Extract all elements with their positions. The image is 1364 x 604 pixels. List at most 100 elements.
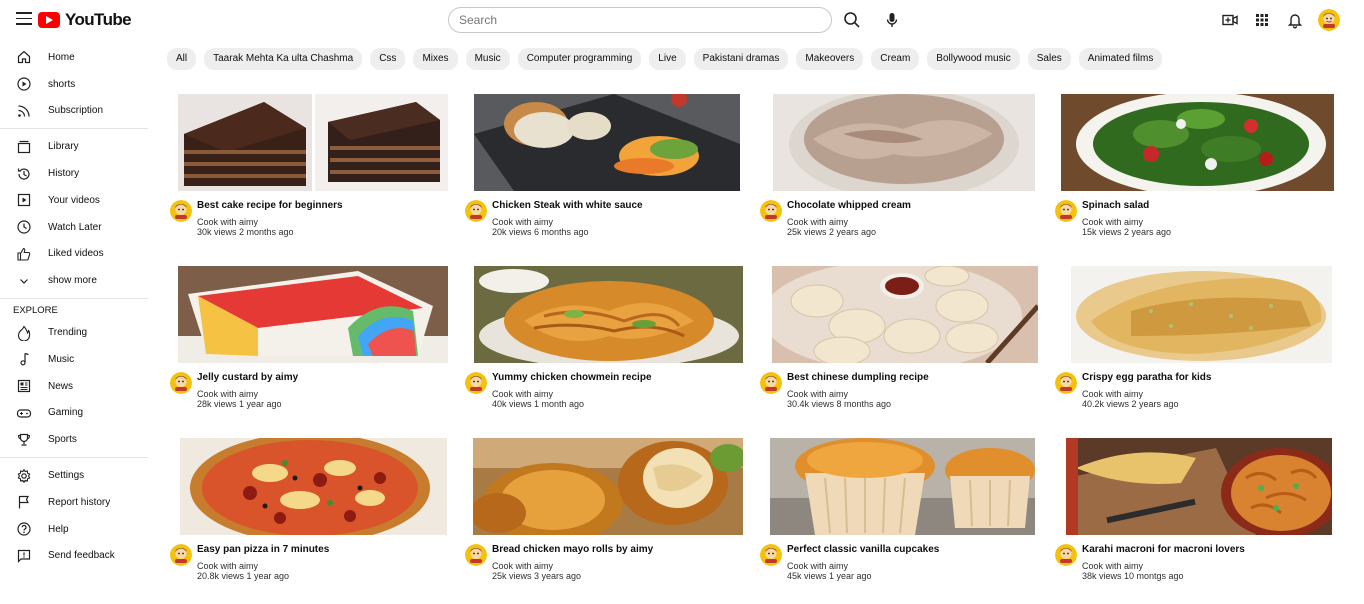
- video-thumbnail[interactable]: [474, 94, 740, 191]
- sidebar-item-liked-videos[interactable]: Liked videos: [0, 241, 152, 268]
- video-card[interactable]: Yummy chicken chowmein recipe Cook with …: [465, 266, 755, 426]
- channel-avatar[interactable]: [760, 200, 782, 222]
- chip-mixes[interactable]: Mixes: [413, 48, 458, 70]
- create-video-icon[interactable]: [1220, 10, 1240, 30]
- video-card[interactable]: Karahi macroni for macroni lovers Cook w…: [1055, 438, 1345, 598]
- channel-name[interactable]: Cook with aimy: [492, 561, 553, 571]
- sidebar-item-home[interactable]: Home: [0, 44, 152, 71]
- channel-name[interactable]: Cook with aimy: [197, 561, 258, 571]
- chip-css[interactable]: Css: [370, 48, 406, 70]
- sidebar-item-gaming[interactable]: Gaming: [0, 400, 152, 427]
- apps-grid-icon[interactable]: [1252, 10, 1272, 30]
- video-card[interactable]: Chocolate whipped cream Cook with aimy 2…: [760, 94, 1050, 254]
- channel-avatar[interactable]: [465, 544, 487, 566]
- channel-name[interactable]: Cook with aimy: [1082, 217, 1143, 227]
- video-thumbnail[interactable]: [1061, 94, 1334, 191]
- video-thumbnail[interactable]: [178, 266, 448, 363]
- channel-avatar[interactable]: [1055, 372, 1077, 394]
- channel-name[interactable]: Cook with aimy: [1082, 389, 1143, 399]
- channel-name[interactable]: Cook with aimy: [492, 217, 553, 227]
- channel-avatar[interactable]: [170, 200, 192, 222]
- channel-avatar[interactable]: [465, 372, 487, 394]
- video-card[interactable]: Bread chicken mayo rolls by aimy Cook wi…: [465, 438, 755, 598]
- sidebar-item-help[interactable]: Help: [0, 516, 152, 543]
- channel-name[interactable]: Cook with aimy: [787, 217, 848, 227]
- video-title[interactable]: Karahi macroni for macroni lovers: [1082, 544, 1245, 555]
- sidebar-item-subscription[interactable]: Subscription: [0, 98, 152, 125]
- sidebar-item-trending[interactable]: Trending: [0, 319, 152, 346]
- video-card[interactable]: Best chinese dumpling recipe Cook with a…: [760, 266, 1050, 426]
- search-input[interactable]: [448, 7, 832, 33]
- sidebar-item-send-feedback[interactable]: Send feedback: [0, 543, 152, 570]
- sidebar-item-history[interactable]: History: [0, 160, 152, 187]
- video-card[interactable]: Chicken Steak with white sauce Cook with…: [465, 94, 755, 254]
- channel-avatar[interactable]: [760, 372, 782, 394]
- video-title[interactable]: Best cake recipe for beginners: [197, 200, 343, 211]
- video-title[interactable]: Spinach salad: [1082, 200, 1149, 211]
- channel-name[interactable]: Cook with aimy: [1082, 561, 1143, 571]
- video-thumbnail[interactable]: [1071, 266, 1332, 363]
- video-title[interactable]: Jelly custard by aimy: [197, 372, 298, 383]
- video-title[interactable]: Chocolate whipped cream: [787, 200, 911, 211]
- channel-avatar[interactable]: [170, 544, 192, 566]
- chip-sales[interactable]: Sales: [1027, 48, 1071, 70]
- video-thumbnail[interactable]: [180, 438, 447, 535]
- chip-taarak-mehta[interactable]: Taarak Mehta Ka ulta Chashma: [204, 48, 363, 70]
- video-title[interactable]: Crispy egg paratha for kids: [1082, 372, 1211, 383]
- sidebar-item-shorts[interactable]: shorts: [0, 71, 152, 98]
- channel-avatar[interactable]: [1055, 544, 1077, 566]
- video-title[interactable]: Easy pan pizza in 7 minutes: [197, 544, 329, 555]
- sidebar-item-settings[interactable]: Settings: [0, 462, 152, 489]
- video-title[interactable]: Perfect classic vanilla cupcakes: [787, 544, 939, 555]
- video-title[interactable]: Best chinese dumpling recipe: [787, 372, 929, 383]
- sidebar-item-show-more[interactable]: show more: [0, 267, 152, 294]
- channel-avatar[interactable]: [760, 544, 782, 566]
- video-title[interactable]: Yummy chicken chowmein recipe: [492, 372, 652, 383]
- channel-name[interactable]: Cook with aimy: [197, 217, 258, 227]
- search-icon[interactable]: [842, 10, 862, 30]
- channel-avatar[interactable]: [465, 200, 487, 222]
- chip-music[interactable]: Music: [465, 48, 510, 70]
- chip-makeovers[interactable]: Makeovers: [796, 48, 864, 70]
- video-card[interactable]: Spinach salad Cook with aimy 15k views 2…: [1055, 94, 1345, 254]
- channel-name[interactable]: Cook with aimy: [787, 389, 848, 399]
- video-card[interactable]: Perfect classic vanilla cupcakes Cook wi…: [760, 438, 1050, 598]
- chip-all[interactable]: All: [167, 48, 197, 70]
- account-avatar[interactable]: [1318, 9, 1340, 31]
- chip-pakistani-dramas[interactable]: Pakistani dramas: [693, 48, 789, 70]
- sidebar-item-news[interactable]: News: [0, 373, 152, 400]
- video-thumbnail[interactable]: [770, 438, 1035, 535]
- video-thumbnail[interactable]: [474, 266, 743, 363]
- video-thumbnail[interactable]: [1066, 438, 1332, 535]
- chip-live[interactable]: Live: [649, 48, 686, 70]
- channel-name[interactable]: Cook with aimy: [787, 561, 848, 571]
- video-card[interactable]: Jelly custard by aimy Cook with aimy 28k…: [170, 266, 460, 426]
- video-thumbnail[interactable]: [178, 94, 448, 191]
- menu-icon[interactable]: [16, 12, 32, 26]
- chip-bollywood-music[interactable]: Bollywood music: [927, 48, 1020, 70]
- channel-avatar[interactable]: [1055, 200, 1077, 222]
- video-thumbnail[interactable]: [772, 266, 1038, 363]
- channel-name[interactable]: Cook with aimy: [197, 389, 258, 399]
- sidebar-item-watch-later[interactable]: Watch Later: [0, 214, 152, 241]
- youtube-logo[interactable]: YouTube: [38, 10, 132, 30]
- channel-name[interactable]: Cook with aimy: [492, 389, 553, 399]
- chip-cream[interactable]: Cream: [871, 48, 920, 70]
- sidebar-item-music[interactable]: Music: [0, 346, 152, 373]
- channel-avatar[interactable]: [170, 372, 192, 394]
- video-card[interactable]: Easy pan pizza in 7 minutes Cook with ai…: [170, 438, 460, 598]
- chip-computer-programming[interactable]: Computer programming: [517, 48, 642, 70]
- notifications-bell-icon[interactable]: [1285, 10, 1305, 30]
- video-thumbnail[interactable]: [473, 438, 743, 535]
- sidebar-item-sports[interactable]: Sports: [0, 426, 152, 453]
- video-thumbnail[interactable]: [773, 94, 1035, 191]
- sidebar-item-report-history[interactable]: Report history: [0, 489, 152, 516]
- sidebar-item-your-videos[interactable]: Your videos: [0, 187, 152, 214]
- video-card[interactable]: Crispy egg paratha for kids Cook with ai…: [1055, 266, 1345, 426]
- video-card[interactable]: Best cake recipe for beginners Cook with…: [170, 94, 460, 254]
- chip-animated-films[interactable]: Animated films: [1078, 48, 1163, 70]
- video-title[interactable]: Chicken Steak with white sauce: [492, 200, 643, 211]
- sidebar-item-library[interactable]: Library: [0, 133, 152, 160]
- video-title[interactable]: Bread chicken mayo rolls by aimy: [492, 544, 653, 555]
- microphone-icon[interactable]: [882, 10, 902, 30]
